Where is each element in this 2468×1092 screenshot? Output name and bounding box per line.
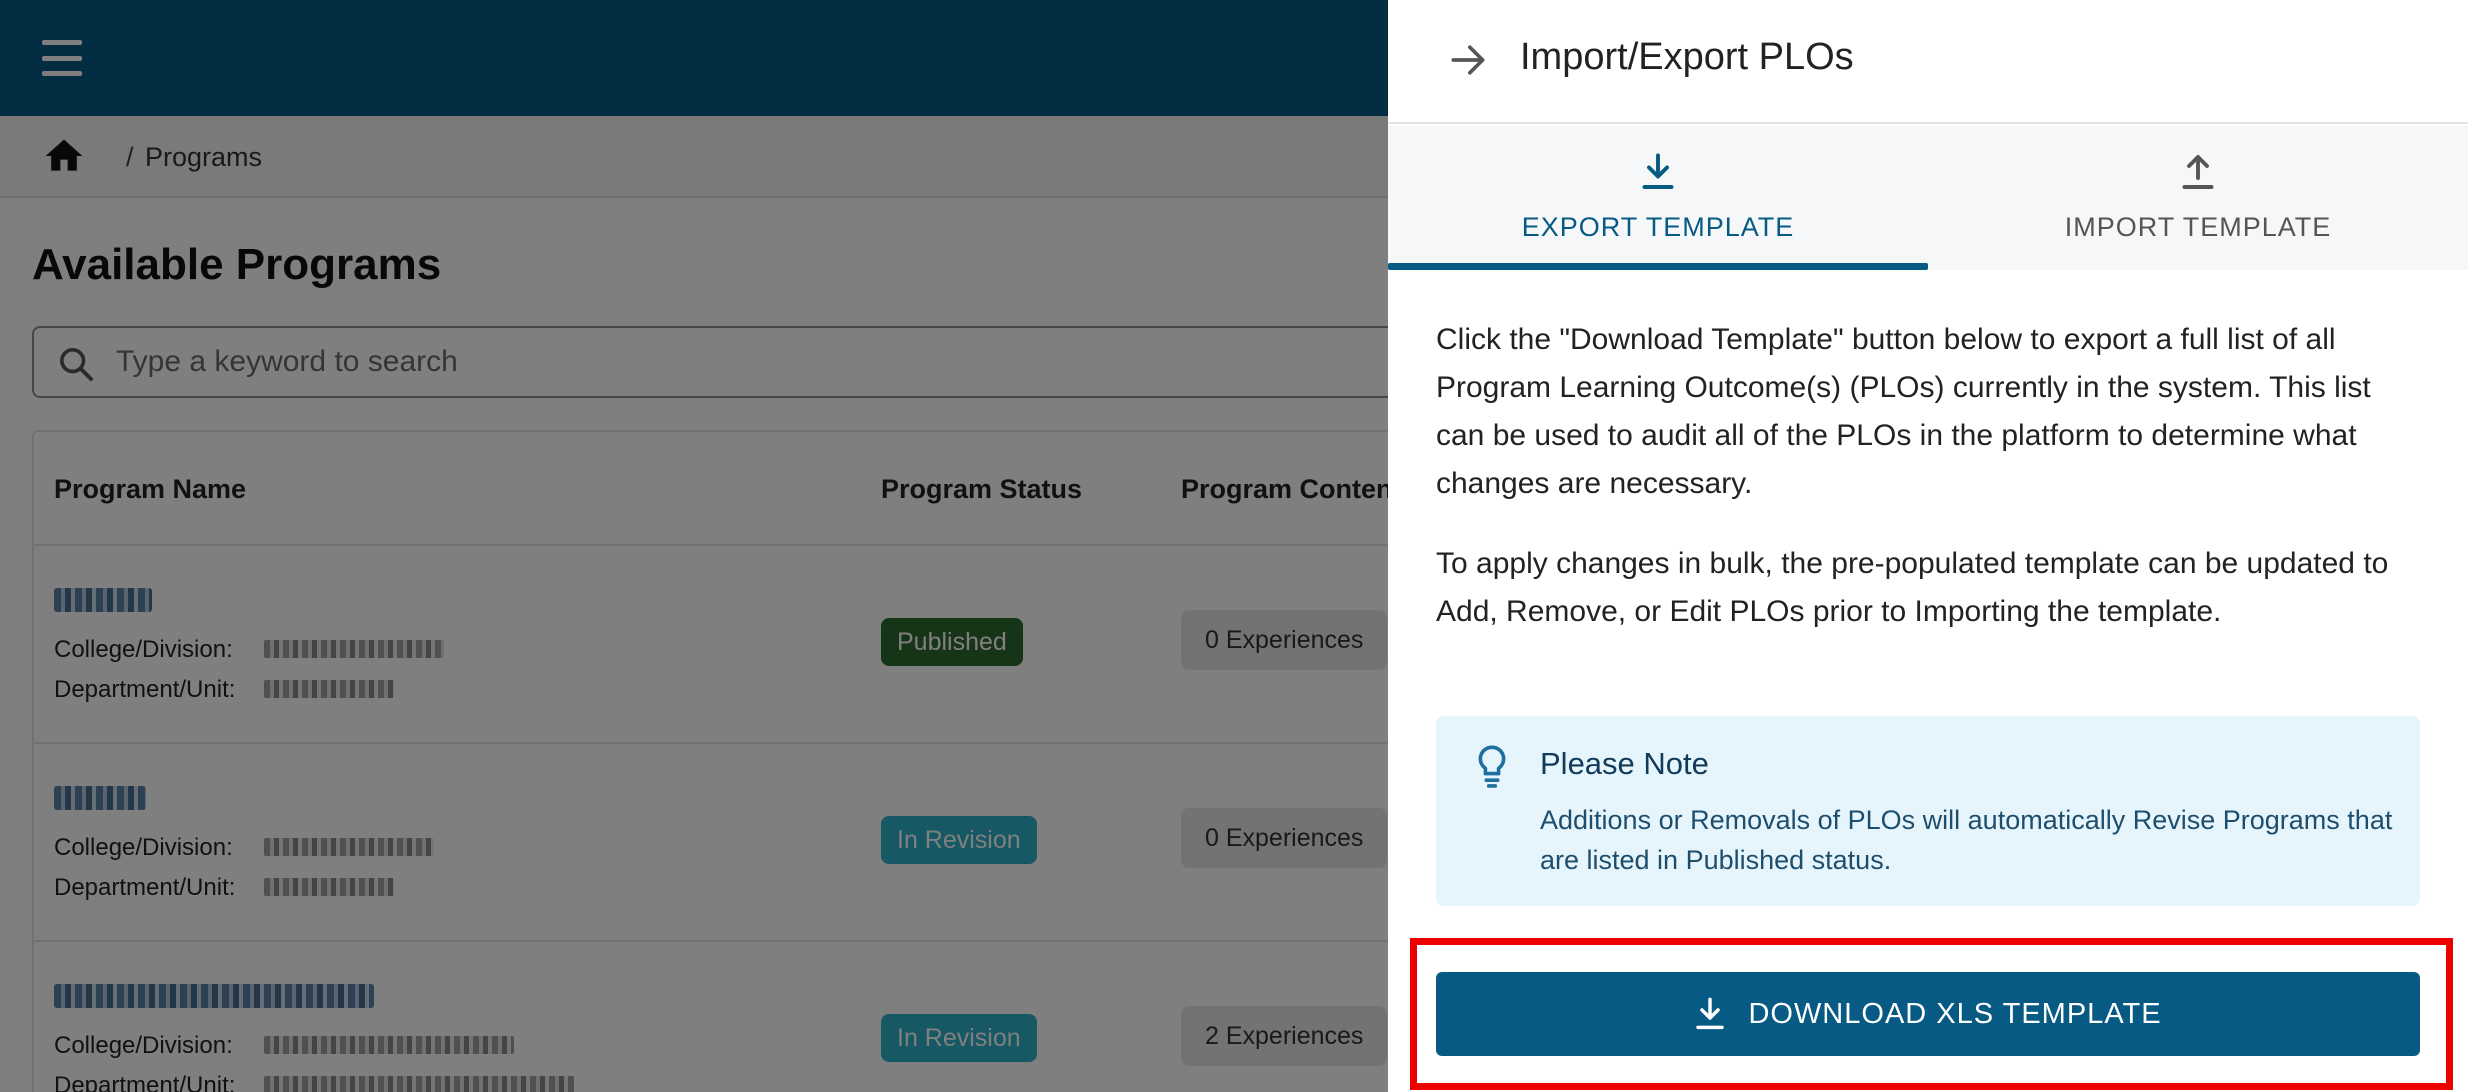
note-body: Additions or Removals of PLOs will autom…: [1540, 805, 2393, 875]
arrow-right-icon[interactable]: [1446, 38, 1490, 82]
tab-export-template[interactable]: EXPORT TEMPLATE: [1388, 126, 1928, 270]
bulk-changes-description: To apply changes in bulk, the pre-popula…: [1436, 547, 2389, 628]
tab-export-label: EXPORT TEMPLATE: [1521, 212, 1795, 242]
import-export-drawer: Import/Export PLOs EXPORT TEMPLATE IMPOR…: [1388, 0, 2468, 1092]
drawer-header: Import/Export PLOs: [1388, 0, 2468, 124]
tab-import-label: IMPORT TEMPLATE: [2064, 212, 2332, 242]
active-tab-indicator: [1388, 263, 1928, 270]
lightbulb-icon: [1478, 745, 1506, 788]
download-button-label: DOWNLOAD XLS TEMPLATE: [1748, 997, 2162, 1030]
download-icon: [1696, 997, 1725, 1030]
upload-icon: [2182, 155, 2214, 189]
drawer-title: Import/Export PLOs: [1520, 36, 1854, 78]
note-title: Please Note: [1540, 746, 1709, 781]
download-xls-template-button[interactable]: DOWNLOAD XLS TEMPLATE: [1436, 972, 2420, 1056]
export-description: Click the "Download Template" button bel…: [1436, 323, 2371, 500]
download-icon: [1642, 153, 1674, 189]
please-note-callout: Please Note Additions or Removals of PLO…: [1436, 716, 2420, 906]
template-tabs: EXPORT TEMPLATE IMPORT TEMPLATE: [1388, 126, 2468, 270]
tab-import-template[interactable]: IMPORT TEMPLATE: [1928, 126, 2468, 270]
